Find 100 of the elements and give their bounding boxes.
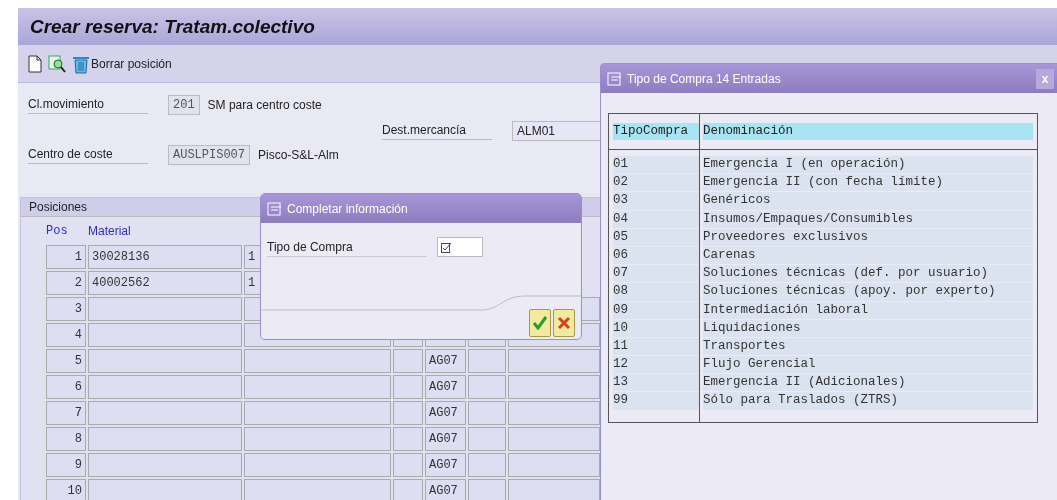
quantity-field[interactable] [244,375,391,399]
code-cell[interactable]: 99 [613,392,699,410]
quantity-field[interactable] [244,479,391,500]
table-field[interactable] [468,375,506,399]
new-document-icon[interactable] [28,54,42,73]
table-field[interactable] [508,453,600,477]
table-field[interactable] [393,427,423,451]
material-field[interactable] [88,349,242,373]
unit-field[interactable]: AG07 [425,401,466,425]
description-cell[interactable]: Emergencia I (en operación) [703,156,1033,174]
description-cell[interactable]: Intermediación laboral [703,301,1033,319]
code-cell[interactable]: 03 [613,192,699,210]
cost-center-field[interactable]: AUSLPIS007 [168,145,250,165]
code-cell[interactable]: 04 [613,210,699,228]
unit-field[interactable]: AG07 [425,349,466,373]
position-cell: 6 [46,375,86,399]
table-field[interactable] [468,453,506,477]
code-cell[interactable]: 02 [613,174,699,192]
description-cell[interactable]: Genéricos [703,192,1033,210]
position-cell: 2 [46,271,86,295]
position-cell: 4 [46,323,86,347]
field-description: Pisco-S&L-Alm [258,148,339,162]
field-label: Dest.mercancía [382,122,492,140]
code-cell[interactable]: 09 [613,301,699,319]
dialog-icon [607,71,623,86]
material-field[interactable] [88,297,242,321]
movement-type-field[interactable]: 201 [168,95,200,115]
code-cell[interactable]: 10 [613,319,699,337]
code-cell[interactable]: 07 [613,265,699,283]
unit-field[interactable]: AG07 [425,427,466,451]
table-field[interactable] [468,479,506,500]
material-field[interactable]: 30028136 [88,245,242,269]
material-field[interactable] [88,323,242,347]
cancel-button[interactable] [553,309,575,337]
description-cell[interactable]: Carenas [703,246,1033,265]
unit-field[interactable]: AG07 [425,375,466,399]
description-cell[interactable]: Soluciones técnicas (def. por usuario) [703,265,1033,283]
position-cell: 7 [46,401,86,425]
purchase-type-field[interactable] [437,237,483,257]
description-cell[interactable]: Sólo para Traslados (ZTRS) [703,392,1033,410]
table-field[interactable] [468,349,506,373]
table-field[interactable] [508,401,600,425]
field-label: Cl.movimiento [28,96,148,114]
table-field[interactable] [393,479,423,500]
column-header[interactable]: Pos [46,224,88,238]
code-cell[interactable]: 05 [613,228,699,246]
quantity-field[interactable] [244,401,391,425]
description-cell[interactable]: Emergencia II (Adicionales) [703,374,1033,392]
table-field[interactable] [508,375,600,399]
material-field[interactable] [88,375,242,399]
table-field[interactable] [508,427,600,451]
field-label: Centro de coste [28,146,148,164]
description-cell[interactable]: Transportes [703,337,1033,356]
position-cell: 8 [46,427,86,451]
table-field[interactable] [468,401,506,425]
description-cell[interactable]: Insumos/Empaques/Consumibles [703,210,1033,228]
table-field[interactable] [508,479,600,500]
cross-icon [557,316,571,330]
position-cell: 10 [46,479,86,500]
required-check-icon [441,241,452,253]
material-field[interactable] [88,401,242,425]
unit-field[interactable]: AG07 [425,453,466,477]
position-cell: 3 [46,297,86,321]
table-field[interactable] [508,349,600,373]
code-cell[interactable]: 06 [613,246,699,265]
material-field[interactable] [88,479,242,500]
description-cell[interactable]: Liquidaciones [703,319,1033,337]
table-field[interactable] [393,401,423,425]
material-field[interactable] [88,453,242,477]
column-header[interactable]: Denominación [703,123,1033,140]
dialog-icon [267,201,283,216]
code-cell[interactable]: 11 [613,337,699,356]
delete-position-button[interactable]: Borrar posición [72,53,172,74]
code-cell[interactable]: 08 [613,283,699,301]
code-cell[interactable]: 13 [613,374,699,392]
code-cell[interactable]: 01 [613,156,699,174]
panel-title: Posiciones [29,200,88,214]
unit-field[interactable]: AG07 [425,479,466,500]
quantity-field[interactable] [244,453,391,477]
description-cell[interactable]: Flujo Gerencial [703,356,1033,374]
table-field[interactable] [393,375,423,399]
position-cell: 9 [46,453,86,477]
window-title: Crear reserva: Tratam.colectivo [30,15,315,38]
code-cell[interactable]: 12 [613,356,699,374]
dialog-title: Completar información [287,201,408,216]
description-cell[interactable]: Emergencia II (con fecha límite) [703,174,1033,192]
column-header[interactable]: Material [88,224,242,238]
column-header[interactable]: TipoCompra [613,123,699,140]
table-field[interactable] [393,349,423,373]
confirm-button[interactable] [529,309,551,337]
magnifier-icon[interactable] [48,54,66,73]
destination-field[interactable]: ALM01 [512,121,602,141]
table-field[interactable] [393,453,423,477]
description-cell[interactable]: Proveedores exclusivos [703,228,1033,246]
material-field[interactable]: 40002562 [88,271,242,295]
description-cell[interactable]: Soluciones técnicas (apoy. por experto) [703,283,1033,301]
quantity-field[interactable] [244,349,391,373]
material-field[interactable] [88,427,242,451]
quantity-field[interactable] [244,427,391,451]
table-field[interactable] [468,427,506,451]
